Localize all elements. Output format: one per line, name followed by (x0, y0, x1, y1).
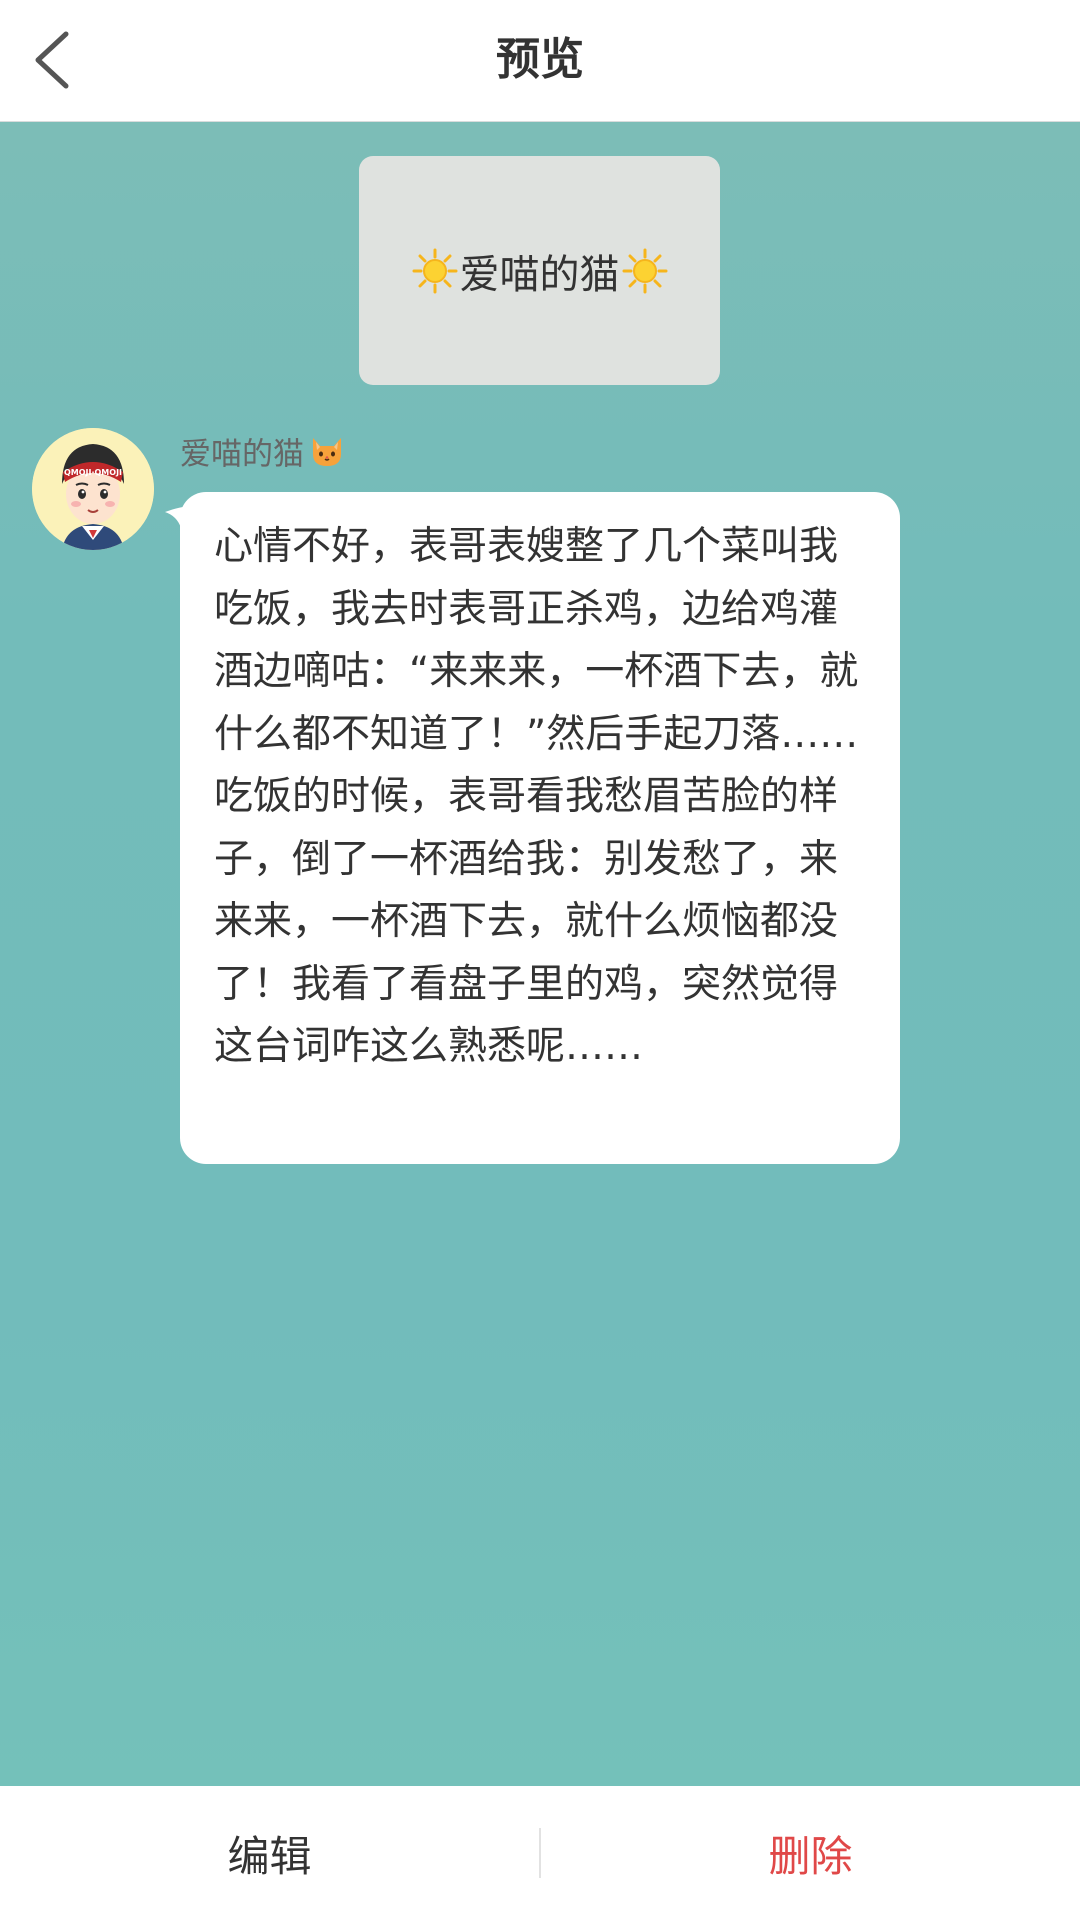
card-title: 爱喵的猫 (459, 251, 620, 298)
chat-area: 爱喵的猫 QMOJI·QMOJI 爱喵的猫 心情不好，表哥表嫂整了几个菜叫我吃饭… (0, 122, 1080, 1786)
page-title: 预览 (496, 34, 584, 85)
delete-button[interactable]: 删除 (541, 1786, 1080, 1920)
message-bubble[interactable]: 心情不好，表哥表嫂整了几个菜叫我吃饭，我去时表哥正杀鸡，边给鸡灌酒边嘀咕：“来来… (180, 492, 900, 1164)
edit-button[interactable]: 编辑 (0, 1786, 539, 1920)
avatar[interactable]: QMOJI·QMOJI (32, 428, 154, 550)
title-card[interactable]: 爱喵的猫 (359, 156, 720, 385)
sun-emoji-icon (622, 248, 668, 294)
message-text: 心情不好，表哥表嫂整了几个菜叫我吃饭，我去时表哥正杀鸡，边给鸡灌酒边嘀咕：“来来… (214, 524, 859, 1069)
svg-text:QMOJI·QMOJI: QMOJI·QMOJI (64, 468, 122, 477)
sender-name: 爱喵的猫 (180, 432, 346, 480)
sun-emoji-icon (412, 248, 458, 294)
cat-face-icon (308, 432, 346, 480)
bottom-action-bar: 编辑 删除 (0, 1786, 1080, 1920)
top-bar: 预览 (0, 0, 1080, 122)
